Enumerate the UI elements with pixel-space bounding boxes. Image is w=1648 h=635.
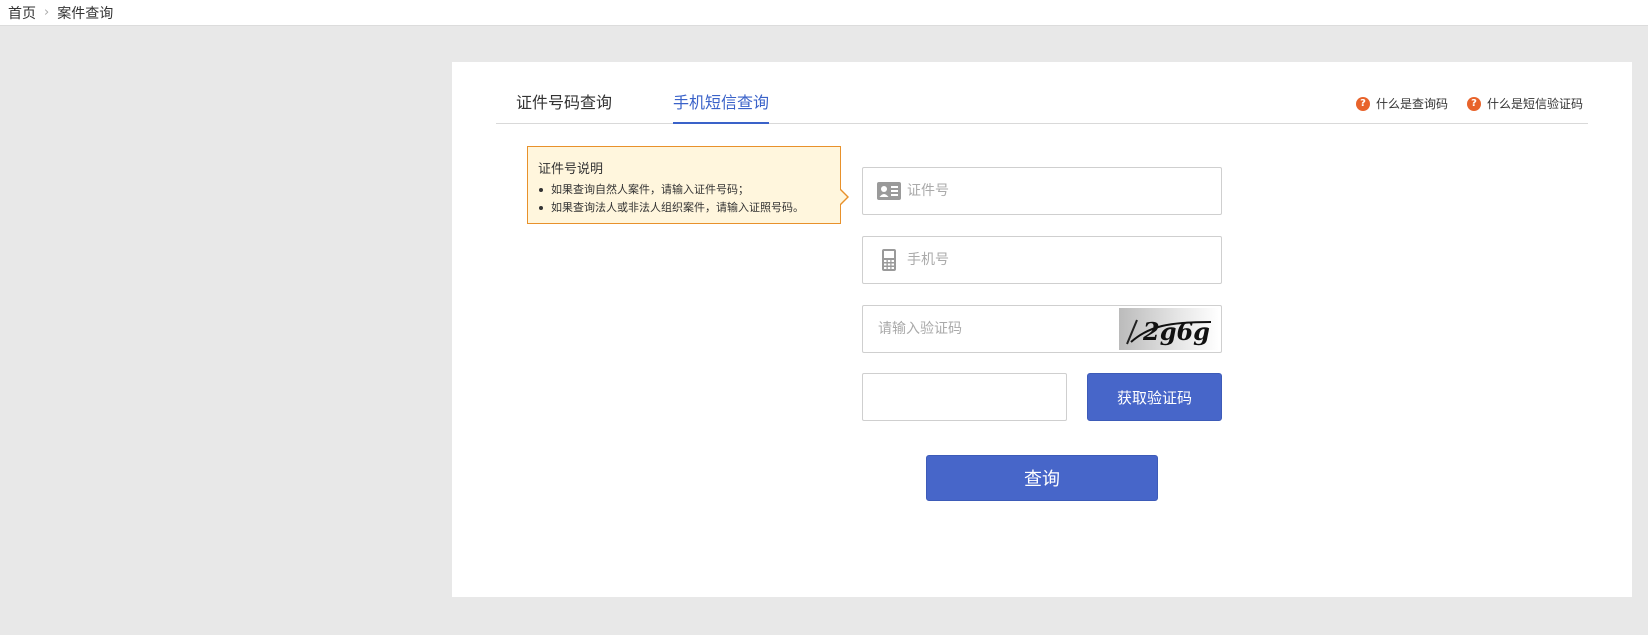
help-link-query-code[interactable]: ? 什么是查询码 xyxy=(1356,95,1448,112)
sms-code-input[interactable] xyxy=(863,374,1066,420)
tooltip-arrow-fill xyxy=(840,190,847,204)
id-card-icon xyxy=(871,168,907,214)
sms-code-field[interactable] xyxy=(862,373,1067,421)
tooltip-item: 如果查询自然人案件，请输入证件号码； xyxy=(538,181,830,199)
help-link-sms-code[interactable]: ? 什么是短信验证码 xyxy=(1467,95,1583,112)
help-link-label: 什么是查询码 xyxy=(1376,97,1449,111)
captcha-text: 2g6g xyxy=(1142,317,1210,346)
query-panel: 证件号码查询 手机短信查询 ? 什么是查询码 ? 什么是短信验证码 证件号说明 … xyxy=(452,62,1632,597)
id-number-tooltip: 证件号说明 如果查询自然人案件，请输入证件号码； 如果查询法人或非法人组织案件，… xyxy=(527,146,849,224)
captcha-image[interactable]: 2g6g xyxy=(1119,308,1219,350)
breadcrumb: 首页 › 案件查询 xyxy=(0,0,1648,26)
mobile-phone-icon xyxy=(871,237,907,283)
chevron-right-icon: › xyxy=(44,5,50,20)
breadcrumb-current: 案件查询 xyxy=(57,5,114,22)
captcha-field[interactable]: 2g6g xyxy=(862,305,1222,353)
tooltip-list: 如果查询自然人案件，请输入证件号码； 如果查询法人或非法人组织案件，请输入证照号… xyxy=(538,181,830,217)
get-sms-code-button[interactable]: 获取验证码 xyxy=(1087,373,1222,421)
tab-id-number-query[interactable]: 证件号码查询 xyxy=(516,90,612,124)
id-number-input[interactable] xyxy=(907,169,1221,213)
phone-field[interactable] xyxy=(862,236,1222,284)
question-icon: ? xyxy=(1467,96,1481,111)
id-number-field[interactable] xyxy=(862,167,1222,215)
phone-input[interactable] xyxy=(907,238,1221,282)
tab-bar: 证件号码查询 手机短信查询 ? 什么是查询码 ? 什么是短信验证码 xyxy=(496,90,1588,124)
breadcrumb-home[interactable]: 首页 xyxy=(8,3,36,23)
help-link-label: 什么是短信验证码 xyxy=(1487,97,1584,111)
captcha-input[interactable] xyxy=(863,307,1119,351)
tab-sms-query[interactable]: 手机短信查询 xyxy=(673,90,770,124)
question-icon: ? xyxy=(1356,96,1370,111)
tooltip-item: 如果查询法人或非法人组织案件，请输入证照号码。 xyxy=(538,199,830,217)
tooltip-title: 证件号说明 xyxy=(538,162,604,177)
query-button[interactable]: 查询 xyxy=(926,455,1158,501)
